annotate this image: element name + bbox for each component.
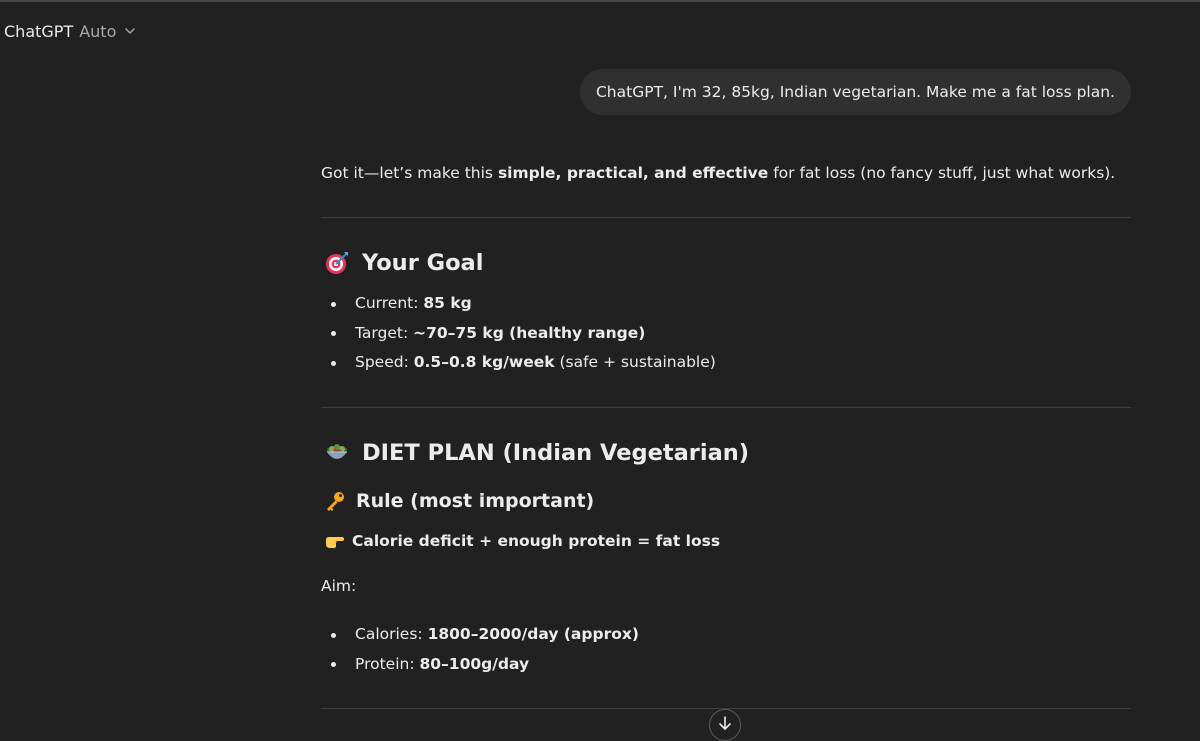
intro-prefix: Got it—let’s make this (321, 164, 498, 182)
diet-plan-heading: DIET PLAN (Indian Vegetarian) (324, 440, 749, 466)
window-top-border (0, 0, 1200, 2)
list-item: Protein: 80–100g/day (321, 650, 639, 680)
goal-heading-text: Your Goal (362, 250, 484, 276)
section-divider (321, 217, 1131, 218)
response-intro: Got it—let’s make this simple, practical… (321, 161, 1115, 185)
green-salad-icon (324, 440, 350, 466)
direct-hit-icon (324, 250, 350, 276)
rule-callout-text: Calorie deficit + enough protein = fat l… (352, 532, 721, 550)
key-icon (324, 490, 346, 512)
pointing-right-icon (324, 530, 346, 552)
goal-heading: Your Goal (324, 250, 483, 276)
rule-heading-text: Rule (most important) (356, 490, 595, 512)
intro-suffix: for fat loss (no fancy stuff, just what … (768, 164, 1116, 182)
section-divider (321, 407, 1131, 408)
aim-label: Aim: (321, 577, 357, 595)
model-switcher[interactable]: ChatGPT Auto (4, 20, 136, 42)
goal-list: Current: 85 kg Target: ~70–75 kg (health… (321, 289, 716, 378)
list-item: Current: 85 kg (321, 289, 716, 319)
scroll-to-bottom-button[interactable] (709, 709, 741, 741)
model-name: ChatGPT (4, 21, 74, 41)
diet-plan-heading-text: DIET PLAN (Indian Vegetarian) (362, 440, 750, 466)
user-message-text: ChatGPT, I'm 32, 85kg, Indian vegetarian… (595, 83, 1115, 101)
model-mode: Auto (79, 21, 117, 41)
rule-heading: Rule (most important) (324, 490, 594, 512)
list-item: Calories: 1800–2000/day (approx) (321, 620, 639, 650)
list-item: Speed: 0.5–0.8 kg/week (safe + sustainab… (321, 348, 716, 378)
list-item: Target: ~70–75 kg (healthy range) (321, 319, 716, 349)
arrow-down-icon (718, 715, 732, 735)
user-message-bubble: ChatGPT, I'm 32, 85kg, Indian vegetarian… (579, 69, 1131, 115)
aim-list: Calories: 1800–2000/day (approx) Protein… (321, 620, 639, 679)
intro-bold: simple, practical, and effective (497, 164, 769, 182)
chevron-down-icon (124, 25, 136, 37)
rule-callout: Calorie deficit + enough protein = fat l… (324, 530, 720, 552)
